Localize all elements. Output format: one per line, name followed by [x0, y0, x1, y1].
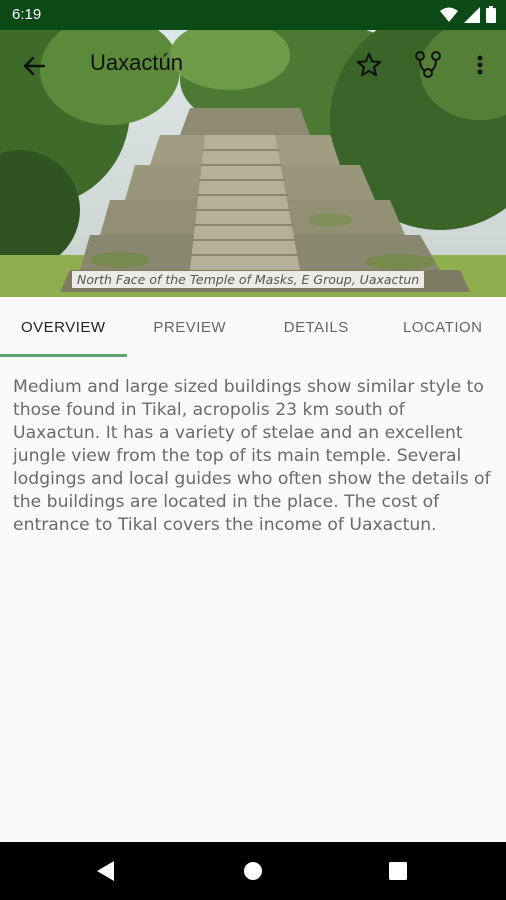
more-options-button[interactable] — [470, 50, 490, 80]
app-bar: Uaxactún — [0, 30, 506, 102]
nav-recents-icon[interactable] — [389, 862, 407, 880]
tab-details[interactable]: DETAILS — [253, 297, 380, 357]
photo-caption: North Face of the Temple of Masks, E Gro… — [72, 271, 425, 288]
tab-preview[interactable]: PREVIEW — [127, 297, 254, 357]
status-time: 6:19 — [12, 6, 42, 23]
wifi-icon — [440, 7, 458, 22]
system-nav-bar — [0, 842, 506, 900]
route-icon — [415, 51, 441, 78]
favorite-button[interactable] — [354, 50, 384, 80]
page-title: Uaxactún — [90, 50, 183, 75]
nav-home-icon[interactable] — [243, 861, 263, 881]
star-outline-icon — [356, 52, 382, 77]
back-button[interactable] — [18, 50, 50, 82]
tab-location[interactable]: LOCATION — [380, 297, 506, 357]
more-vert-icon — [477, 55, 483, 75]
nav-back-icon[interactable] — [96, 860, 116, 882]
directions-button[interactable] — [412, 48, 444, 80]
status-icons — [440, 6, 496, 23]
signal-icon — [464, 6, 480, 23]
tab-overview[interactable]: OVERVIEW — [0, 297, 127, 357]
battery-icon — [486, 6, 496, 23]
overview-text: Medium and large sized buildings show si… — [13, 377, 491, 535]
back-arrow-icon — [23, 56, 46, 76]
tab-bar: OVERVIEW PREVIEW DETAILS LOCATION — [0, 297, 506, 357]
status-bar: 6:19 — [0, 0, 506, 30]
active-tab-indicator — [0, 354, 127, 357]
